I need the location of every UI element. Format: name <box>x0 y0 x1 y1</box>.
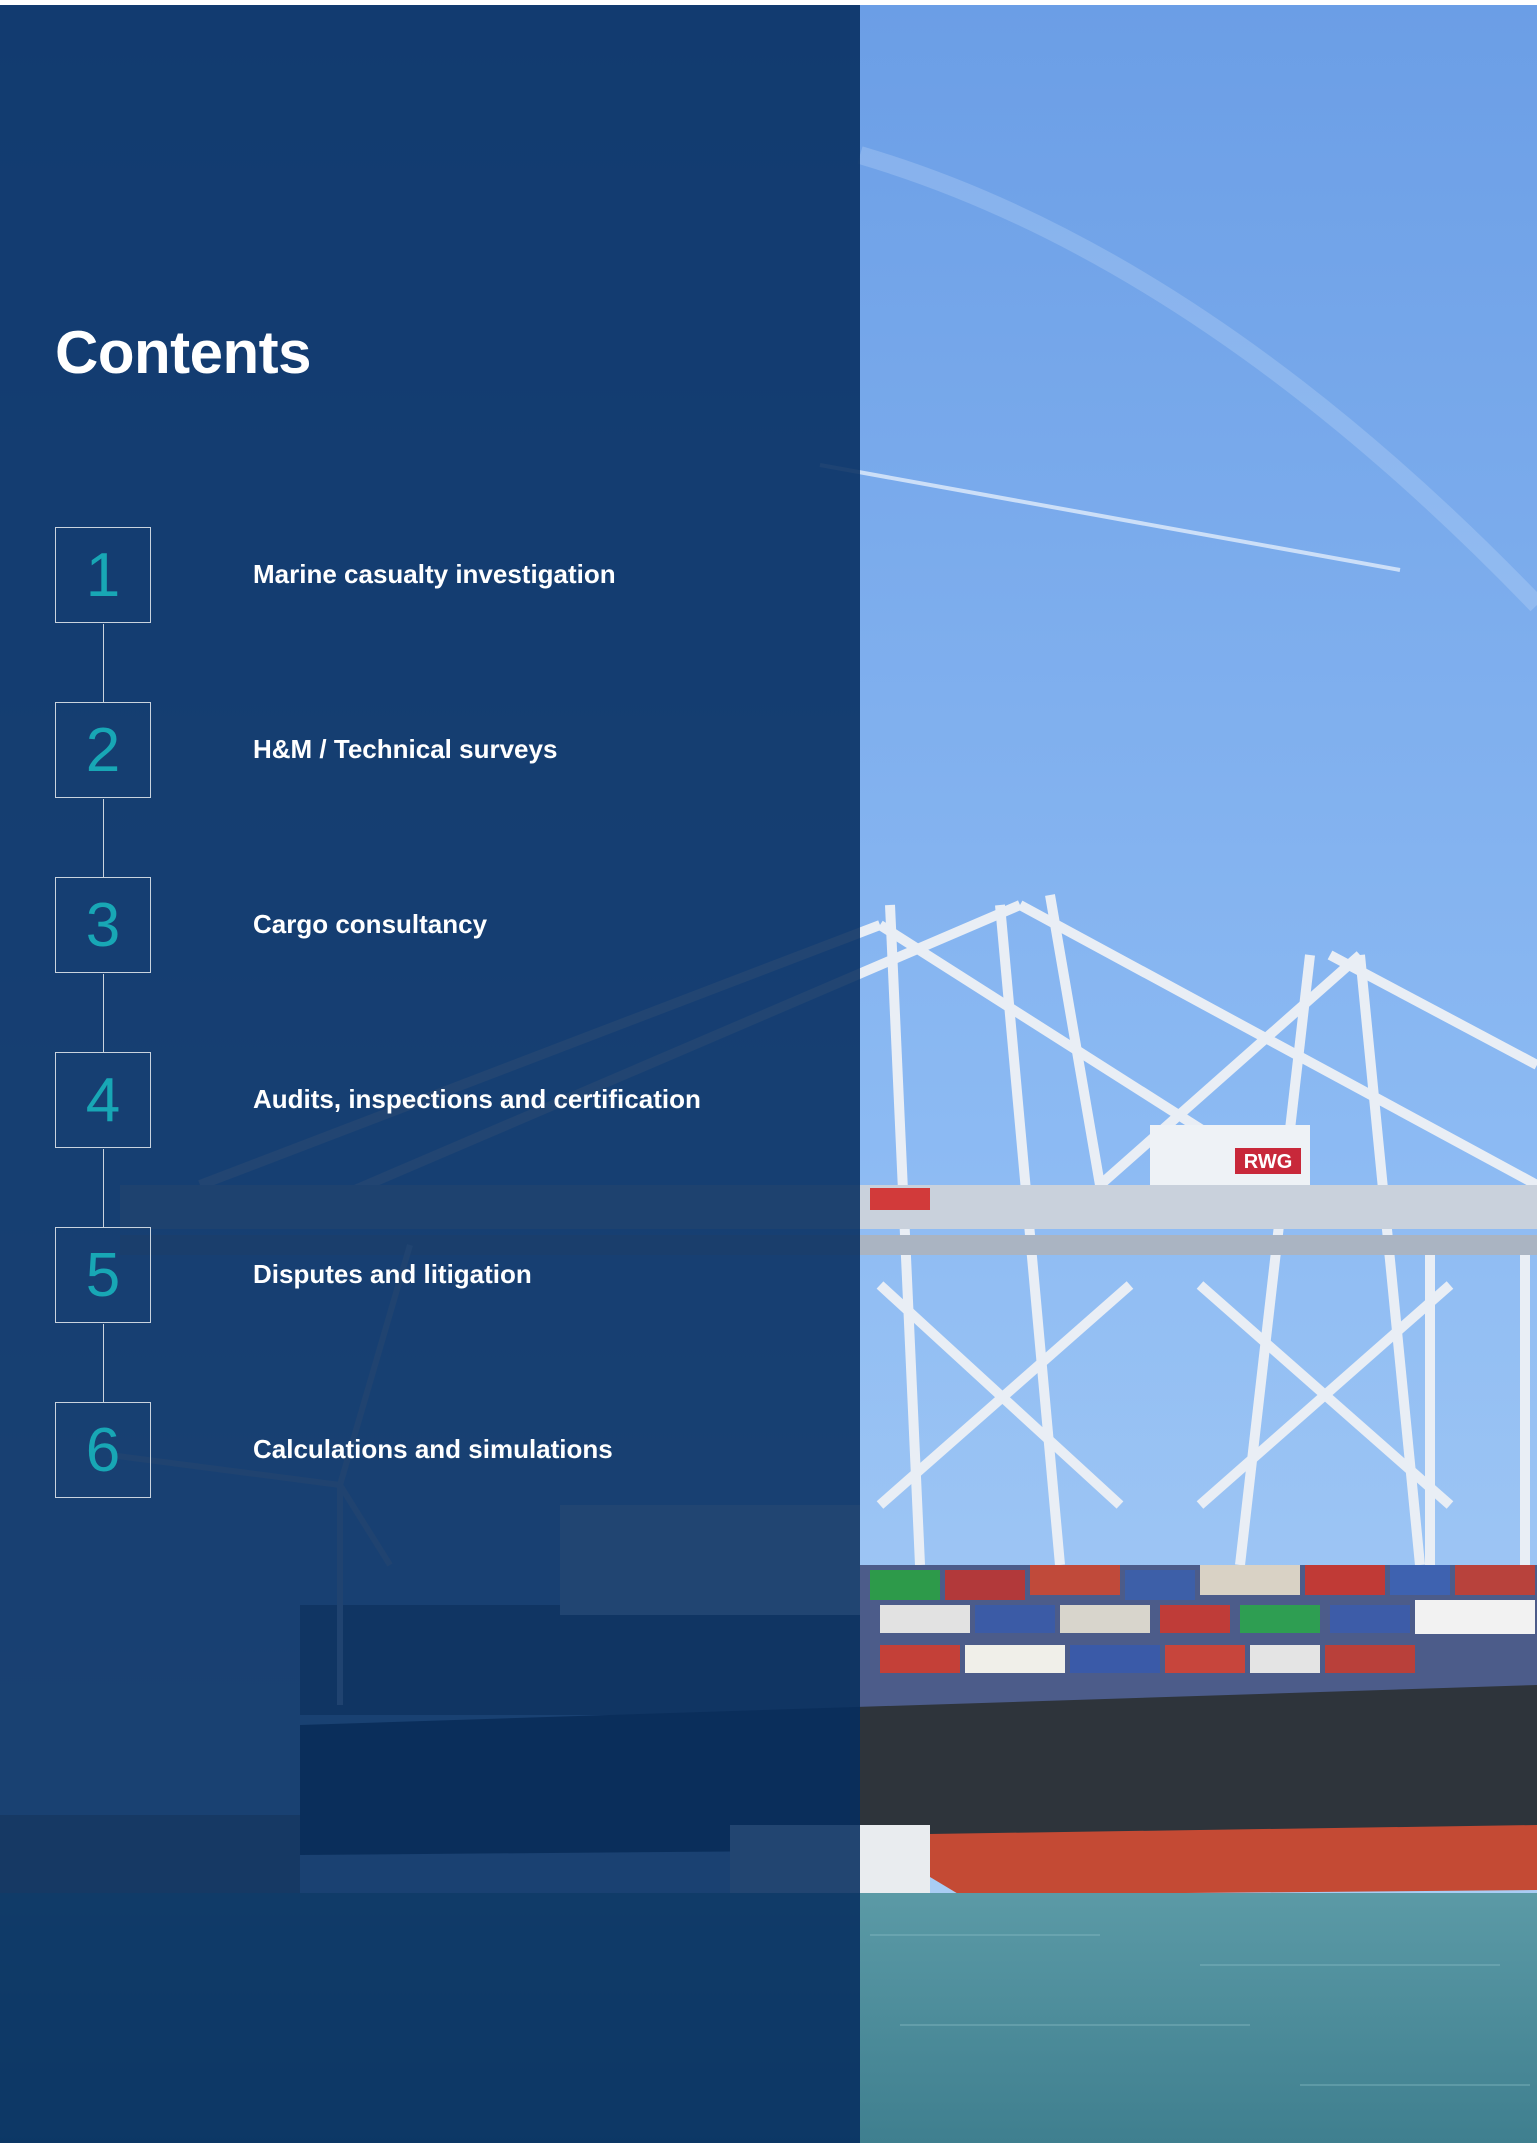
toc-item-3[interactable]: 3 Cargo consultancy <box>55 877 835 975</box>
section-number-box: 4 <box>55 1052 151 1148</box>
section-title: Cargo consultancy <box>253 909 488 939</box>
toc-item-2[interactable]: 2 H&M / Technical surveys <box>55 702 835 800</box>
section-number-box: 6 <box>55 1402 151 1498</box>
section-title: H&M / Technical surveys <box>253 734 558 764</box>
connector-line <box>103 799 104 877</box>
section-number-box: 3 <box>55 877 151 973</box>
section-title: Audits, inspections and certification <box>253 1084 701 1114</box>
connector-line <box>103 1324 104 1402</box>
connector-line <box>103 1149 104 1227</box>
section-title: Disputes and litigation <box>253 1259 532 1289</box>
connector-line <box>103 624 104 702</box>
section-title: Marine casualty investigation <box>253 559 616 589</box>
table-of-contents: 1 Marine casualty investigation 2 H&M / … <box>0 0 860 2143</box>
toc-item-1[interactable]: 1 Marine casualty investigation <box>55 527 835 625</box>
toc-item-4[interactable]: 4 Audits, inspections and certification <box>55 1052 835 1150</box>
toc-item-5[interactable]: 5 Disputes and litigation <box>55 1227 835 1325</box>
section-number-box: 1 <box>55 527 151 623</box>
section-number-box: 2 <box>55 702 151 798</box>
section-number-box: 5 <box>55 1227 151 1323</box>
crane-logo: RWG <box>1244 1151 1293 1173</box>
section-title: Calculations and simulations <box>253 1434 613 1464</box>
connector-line <box>103 974 104 1052</box>
toc-item-6[interactable]: 6 Calculations and simulations <box>55 1402 835 1500</box>
